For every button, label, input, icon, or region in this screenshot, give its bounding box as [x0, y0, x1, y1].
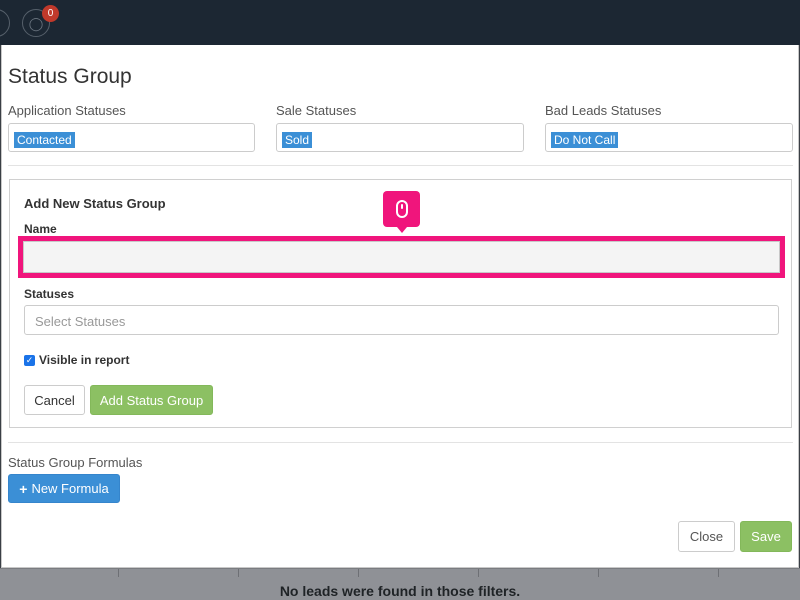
background-leads-table: No leads were found in those filters.	[0, 568, 800, 600]
nav-circle-button[interactable]	[0, 9, 10, 37]
divider	[8, 442, 793, 443]
application-statuses-label: Application Statuses	[8, 103, 126, 118]
divider	[8, 165, 793, 166]
bad-leads-statuses-select[interactable]: Do Not Call	[545, 123, 793, 152]
notification-badge: 0	[42, 5, 59, 22]
visible-in-report-row[interactable]: ✓ Visible in report	[24, 353, 129, 367]
top-navbar: ◯ 0	[0, 0, 800, 45]
visible-in-report-checkbox[interactable]: ✓	[24, 354, 35, 366]
cancel-button[interactable]: Cancel	[24, 385, 85, 415]
application-statuses-group: Application Statuses Contacted	[8, 103, 255, 152]
statuses-placeholder: Select Statuses	[35, 314, 126, 329]
table-column-divider	[358, 569, 359, 577]
bad-leads-statuses-group: Bad Leads Statuses Do Not Call	[545, 103, 793, 152]
close-button[interactable]: Close	[678, 521, 735, 552]
new-formula-label: New Formula	[31, 481, 109, 496]
focus-highlight	[18, 236, 785, 278]
sale-statuses-label: Sale Statuses	[276, 103, 357, 118]
bad-leads-statuses-label: Bad Leads Statuses	[545, 103, 662, 118]
name-label: Name	[24, 222, 57, 236]
sale-statuses-select[interactable]: Sold	[276, 123, 524, 152]
table-column-divider	[478, 569, 479, 577]
table-column-divider	[118, 569, 119, 577]
statuses-select[interactable]: Select Statuses	[24, 305, 779, 335]
save-button[interactable]: Save	[740, 521, 792, 552]
statuses-label: Statuses	[24, 287, 75, 301]
no-leads-message: No leads were found in those filters.	[279, 583, 521, 599]
chat-icon: ◯	[28, 15, 44, 31]
sale-statuses-group: Sale Statuses Sold	[276, 103, 524, 152]
status-group-formulas-label: Status Group Formulas	[8, 455, 143, 470]
table-column-divider	[598, 569, 599, 577]
table-column-divider	[238, 569, 239, 577]
status-tag[interactable]: Do Not Call	[551, 132, 619, 148]
add-status-group-panel: Add New Status Group Name Statuses Selec…	[9, 179, 792, 428]
status-tag[interactable]: Sold	[282, 132, 313, 148]
add-status-group-button[interactable]: Add Status Group	[90, 385, 213, 415]
name-input[interactable]	[23, 241, 780, 273]
status-tag[interactable]: Contacted	[14, 132, 75, 148]
plus-icon: +	[19, 480, 28, 497]
click-marker	[383, 191, 420, 233]
panel-title: Add New Status Group	[24, 196, 166, 211]
modal-title: Status Group	[8, 65, 132, 88]
table-column-divider	[718, 569, 719, 577]
new-formula-button[interactable]: + New Formula	[8, 474, 120, 503]
mouse-icon	[395, 200, 408, 218]
status-group-modal: Status Group Application Statuses Contac…	[1, 45, 799, 568]
application-statuses-select[interactable]: Contacted	[8, 123, 255, 152]
visible-in-report-label: Visible in report	[39, 353, 130, 367]
